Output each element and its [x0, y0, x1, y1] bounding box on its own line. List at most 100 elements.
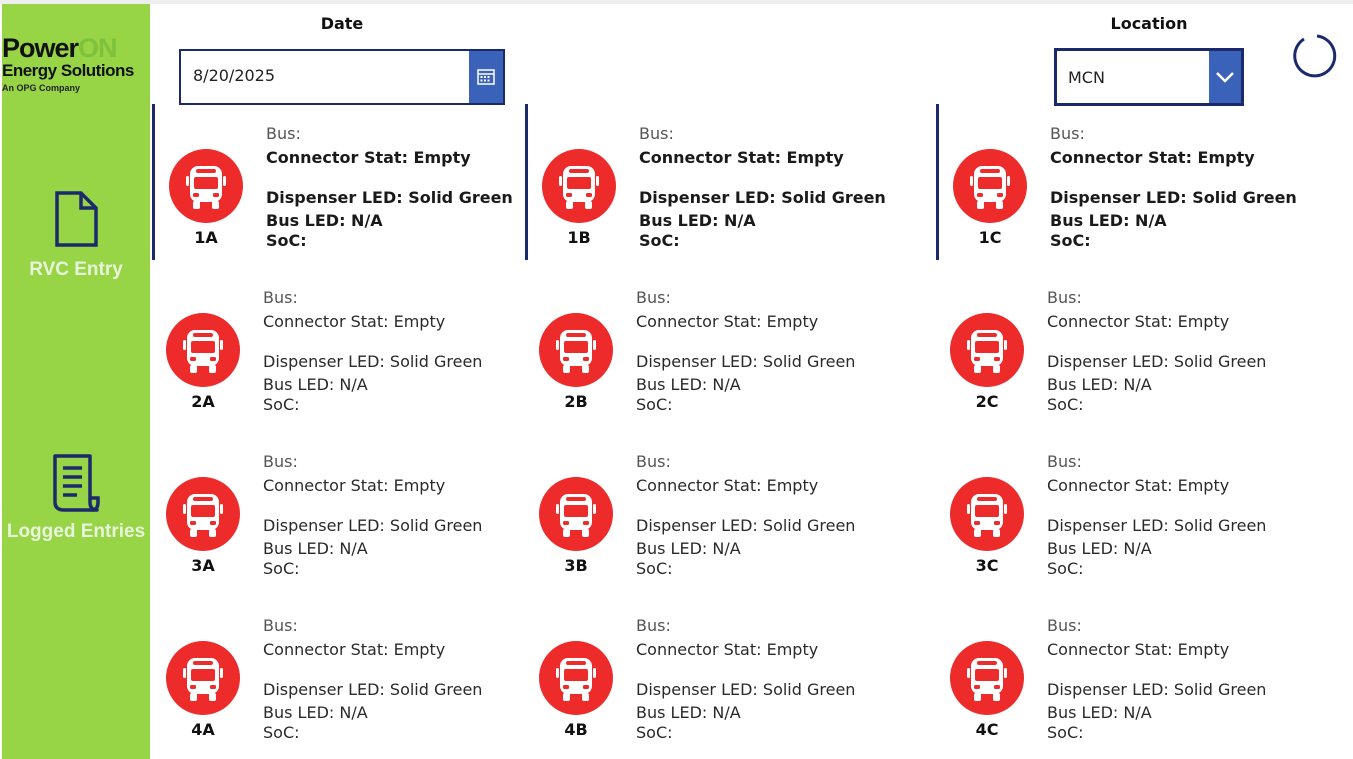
dropdown-button[interactable] — [1209, 51, 1241, 103]
connector-status: Connector Stat: Empty — [266, 148, 471, 167]
connector-status: Connector Stat: Empty — [1047, 476, 1230, 495]
bus-icon — [950, 477, 1024, 551]
bus-led: Bus LED: N/A — [263, 703, 368, 722]
bus-field: Bus: — [263, 616, 298, 635]
slot-info: Bus: Connector Stat: Empty Dispenser LED… — [636, 288, 855, 415]
bus-icon — [953, 149, 1027, 223]
bus-led: Bus LED: N/A — [636, 703, 741, 722]
dispenser-led: Dispenser LED: Solid Green — [1047, 680, 1267, 699]
slot-id: 1C — [978, 228, 1002, 247]
slot-id: 2A — [191, 392, 215, 411]
slot-id: 3B — [564, 556, 588, 575]
soc-field: SoC: — [636, 559, 673, 578]
bus-icon — [539, 641, 613, 715]
charger-slot-3a[interactable]: 3A Bus: Connector Stat: Empty Dispenser … — [152, 432, 522, 588]
charger-slot-3b[interactable]: 3B Bus: Connector Stat: Empty Dispenser … — [525, 432, 895, 588]
dispenser-led: Dispenser LED: Solid Green — [266, 188, 513, 207]
slot-info: Bus: Connector Stat: Empty Dispenser LED… — [1050, 124, 1297, 251]
connector-status: Connector Stat: Empty — [263, 476, 446, 495]
connector-status: Connector Stat: Empty — [1050, 148, 1255, 167]
bus-led: Bus LED: N/A — [636, 375, 741, 394]
date-value: 8/20/2025 — [193, 66, 276, 85]
logo-subtitle: Energy Solutions — [2, 61, 134, 80]
dispenser-led: Dispenser LED: Solid Green — [636, 516, 856, 535]
nav-rvc-entry[interactable]: RVC Entry — [2, 190, 150, 282]
calendar-icon — [477, 69, 495, 85]
bus-field: Bus: — [636, 616, 671, 635]
dispenser-led: Dispenser LED: Solid Green — [263, 352, 483, 371]
charger-slot-1b[interactable]: 1B Bus: Connector Stat: Empty Dispenser … — [525, 104, 898, 260]
charger-slot-4a[interactable]: 4A Bus: Connector Stat: Empty Dispenser … — [152, 596, 522, 752]
bus-icon — [950, 641, 1024, 715]
bus-icon — [539, 477, 613, 551]
logo-tagline: An OPG Company — [2, 83, 81, 93]
soc-field: SoC: — [263, 395, 300, 414]
soc-field: SoC: — [263, 723, 300, 742]
slot-info: Bus: Connector Stat: Empty Dispenser LED… — [266, 124, 513, 251]
charger-slot-4b[interactable]: 4B Bus: Connector Stat: Empty Dispenser … — [525, 596, 895, 752]
date-label: Date — [320, 14, 364, 33]
dispenser-led: Dispenser LED: Solid Green — [636, 352, 856, 371]
nav-logged-entries[interactable]: Logged Entries — [2, 452, 150, 544]
soc-field: SoC: — [639, 231, 680, 250]
dispenser-led: Dispenser LED: Solid Green — [1047, 352, 1267, 371]
soc-field: SoC: — [636, 723, 673, 742]
bus-field: Bus: — [1047, 288, 1082, 307]
slot-id: 4C — [975, 720, 999, 739]
refresh-icon[interactable] — [1290, 31, 1338, 79]
bus-led: Bus LED: N/A — [1047, 539, 1152, 558]
charger-slot-1a[interactable]: 1A Bus: Connector Stat: Empty Dispenser … — [152, 104, 525, 260]
log-list-icon — [53, 454, 100, 512]
slot-info: Bus: Connector Stat: Empty Dispenser LED… — [263, 616, 482, 743]
bus-icon — [166, 477, 240, 551]
bus-led: Bus LED: N/A — [266, 211, 383, 230]
location-value: MCN — [1068, 68, 1105, 87]
app-screen: PowerON Energy Solutions An OPG Company … — [0, 0, 1353, 759]
charger-slot-1c[interactable]: 1C Bus: Connector Stat: Empty Dispenser … — [936, 104, 1309, 260]
connector-status: Connector Stat: Empty — [263, 640, 446, 659]
calendar-button[interactable] — [469, 51, 503, 103]
slot-info: Bus: Connector Stat: Empty Dispenser LED… — [263, 288, 482, 415]
dispenser-led: Dispenser LED: Solid Green — [263, 680, 483, 699]
bus-field: Bus: — [1047, 616, 1082, 635]
bus-led: Bus LED: N/A — [263, 539, 368, 558]
logo-power-text: Power — [2, 33, 79, 63]
connector-status: Connector Stat: Empty — [1047, 312, 1230, 331]
bus-led: Bus LED: N/A — [1047, 375, 1152, 394]
nav-logged-entries-label: Logged Entries — [6, 521, 146, 542]
slot-id: 4B — [564, 720, 588, 739]
charger-slot-2c[interactable]: 2C Bus: Connector Stat: Empty Dispenser … — [936, 268, 1306, 424]
slot-info: Bus: Connector Stat: Empty Dispenser LED… — [636, 616, 855, 743]
soc-field: SoC: — [266, 231, 307, 250]
bus-field: Bus: — [636, 288, 671, 307]
slot-id: 3A — [191, 556, 215, 575]
soc-field: SoC: — [1047, 559, 1084, 578]
slot-info: Bus: Connector Stat: Empty Dispenser LED… — [636, 452, 855, 579]
date-picker[interactable]: 8/20/2025 — [179, 49, 505, 105]
bus-field: Bus: — [639, 124, 674, 143]
soc-field: SoC: — [1047, 395, 1084, 414]
slot-id: 1B — [567, 228, 591, 247]
slot-id: 2B — [564, 392, 588, 411]
connector-status: Connector Stat: Empty — [636, 312, 819, 331]
connector-status: Connector Stat: Empty — [636, 640, 819, 659]
logo-wordmark: PowerON — [2, 34, 152, 62]
bus-icon — [950, 313, 1024, 387]
bus-field: Bus: — [266, 124, 301, 143]
bus-icon — [166, 641, 240, 715]
bus-field: Bus: — [263, 452, 298, 471]
bus-field: Bus: — [636, 452, 671, 471]
location-dropdown[interactable]: MCN — [1054, 48, 1244, 106]
charger-slot-2a[interactable]: 2A Bus: Connector Stat: Empty Dispenser … — [152, 268, 522, 424]
charger-slot-2b[interactable]: 2B Bus: Connector Stat: Empty Dispenser … — [525, 268, 895, 424]
bus-icon — [542, 149, 616, 223]
charger-slot-3c[interactable]: 3C Bus: Connector Stat: Empty Dispenser … — [936, 432, 1306, 588]
dispenser-led: Dispenser LED: Solid Green — [639, 188, 886, 207]
slot-info: Bus: Connector Stat: Empty Dispenser LED… — [263, 452, 482, 579]
bus-led: Bus LED: N/A — [639, 211, 756, 230]
bus-led: Bus LED: N/A — [1050, 211, 1167, 230]
slot-id: 1A — [194, 228, 218, 247]
slot-info: Bus: Connector Stat: Empty Dispenser LED… — [639, 124, 886, 251]
charger-slot-4c[interactable]: 4C Bus: Connector Stat: Empty Dispenser … — [936, 596, 1306, 752]
dispenser-led: Dispenser LED: Solid Green — [263, 516, 483, 535]
